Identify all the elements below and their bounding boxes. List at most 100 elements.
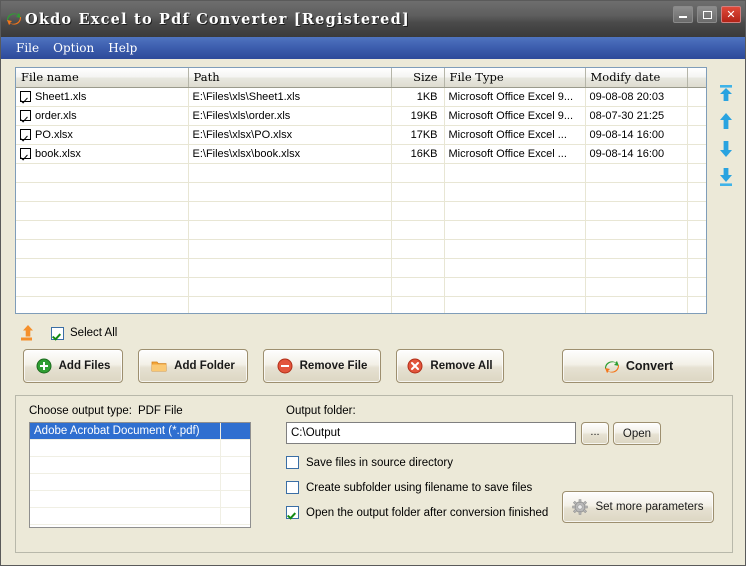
add-folder-button[interactable]: Add Folder xyxy=(138,349,248,383)
output-type-empty-row[interactable] xyxy=(30,457,250,474)
remove-file-label: Remove File xyxy=(300,360,368,372)
output-folder-label: Output folder: xyxy=(286,405,356,417)
create-subfolder-label: Create subfolder using filename to save … xyxy=(306,482,532,494)
open-folder-button[interactable]: Open xyxy=(613,422,661,445)
cell-filename: Sheet1.xls xyxy=(16,87,188,106)
empty-row[interactable] xyxy=(16,296,706,314)
open-after-conversion-label: Open the output folder after conversion … xyxy=(306,507,548,519)
open-label: Open xyxy=(623,428,651,440)
column-header-size[interactable]: Size xyxy=(391,68,444,87)
empty-row[interactable] xyxy=(16,163,706,182)
empty-row[interactable] xyxy=(16,239,706,258)
move-to-bottom-button[interactable] xyxy=(715,167,737,187)
cell-modifydate: 09-08-08 20:03 xyxy=(585,87,687,106)
save-in-source-checkbox[interactable] xyxy=(286,456,299,469)
convert-arrows-icon xyxy=(603,358,619,374)
cell-filetype: Microsoft Office Excel 9... xyxy=(444,106,585,125)
red-minus-icon xyxy=(277,358,293,374)
row-checkbox[interactable] xyxy=(20,148,31,159)
empty-row[interactable] xyxy=(16,258,706,277)
move-to-top-button[interactable] xyxy=(715,83,737,103)
cell-path: E:\Files\xls\order.xls xyxy=(188,106,391,125)
app-icon xyxy=(5,10,23,28)
cell-path: E:\Files\xlsx\book.xlsx xyxy=(188,144,391,163)
cell-size: 19KB xyxy=(391,106,444,125)
empty-row[interactable] xyxy=(16,182,706,201)
table-row[interactable]: Sheet1.xls E:\Files\xls\Sheet1.xls 1KB M… xyxy=(16,87,706,106)
table-row[interactable]: PO.xlsx E:\Files\xlsx\PO.xlsx 17KB Micro… xyxy=(16,125,706,144)
remove-all-label: Remove All xyxy=(430,360,492,372)
output-type-option-pdf[interactable]: Adobe Acrobat Document (*.pdf) xyxy=(30,423,250,440)
minimize-button[interactable] xyxy=(673,6,693,23)
cell-spacer xyxy=(687,144,706,163)
cell-modifydate: 09-08-14 16:00 xyxy=(585,125,687,144)
move-up-button[interactable] xyxy=(715,111,737,131)
output-type-value: PDF File xyxy=(138,405,183,417)
remove-all-button[interactable]: Remove All xyxy=(396,349,504,383)
window-bottom-edge xyxy=(1,561,746,565)
maximize-button[interactable] xyxy=(697,6,717,23)
create-subfolder-checkbox[interactable] xyxy=(286,481,299,494)
output-type-list[interactable]: Adobe Acrobat Document (*.pdf) xyxy=(29,422,251,528)
cell-filetype: Microsoft Office Excel 9... xyxy=(444,87,585,106)
orange-upload-arrow-icon xyxy=(19,324,39,342)
cell-spacer xyxy=(687,87,706,106)
cell-path: E:\Files\xlsx\PO.xlsx xyxy=(188,125,391,144)
list-column-separator xyxy=(220,423,221,439)
checkbox-save-in-source[interactable]: Save files in source directory xyxy=(286,456,453,469)
output-type-empty-row[interactable] xyxy=(30,474,250,491)
column-header-spacer[interactable] xyxy=(687,68,706,87)
menu-option[interactable]: Option xyxy=(46,40,101,56)
cell-size: 16KB xyxy=(391,144,444,163)
minimize-icon xyxy=(679,16,687,18)
select-all-checkbox[interactable] xyxy=(51,327,64,340)
file-list[interactable]: File name Path Size File Type Modify dat… xyxy=(15,67,707,314)
output-folder-input[interactable] xyxy=(286,422,576,444)
add-files-button[interactable]: Add Files xyxy=(23,349,123,383)
set-more-parameters-button[interactable]: Set more parameters xyxy=(562,491,714,523)
row-checkbox[interactable] xyxy=(20,91,31,102)
column-header-filetype[interactable]: File Type xyxy=(444,68,585,87)
filename-text: Sheet1.xls xyxy=(35,91,86,103)
select-all-row: Select All xyxy=(19,324,117,342)
browse-label: ... xyxy=(590,426,599,438)
cell-size: 17KB xyxy=(391,125,444,144)
browse-folder-button[interactable]: ... xyxy=(581,422,609,445)
cell-spacer xyxy=(687,125,706,144)
menu-help[interactable]: Help xyxy=(101,40,144,56)
menu-file[interactable]: File xyxy=(9,40,46,56)
row-checkbox[interactable] xyxy=(20,110,31,121)
cell-filetype: Microsoft Office Excel ... xyxy=(444,125,585,144)
close-button[interactable]: ✕ xyxy=(721,6,741,23)
output-type-empty-row[interactable] xyxy=(30,491,250,508)
set-more-parameters-label: Set more parameters xyxy=(595,501,703,513)
remove-file-button[interactable]: Remove File xyxy=(263,349,381,383)
open-after-conversion-checkbox[interactable] xyxy=(286,506,299,519)
cell-size: 1KB xyxy=(391,87,444,106)
move-down-button[interactable] xyxy=(715,139,737,159)
checkbox-create-subfolder[interactable]: Create subfolder using filename to save … xyxy=(286,481,532,494)
filename-text: book.xlsx xyxy=(35,148,81,160)
table-body: Sheet1.xls E:\Files\xls\Sheet1.xls 1KB M… xyxy=(16,87,706,314)
empty-row[interactable] xyxy=(16,201,706,220)
column-header-filename[interactable]: File name xyxy=(16,68,188,87)
convert-label: Convert xyxy=(626,359,673,373)
title-bar: Okdo Excel to Pdf Converter [Registered]… xyxy=(1,1,746,37)
menu-bar: File Option Help xyxy=(1,37,746,59)
checkbox-open-after-conversion[interactable]: Open the output folder after conversion … xyxy=(286,506,548,519)
convert-button[interactable]: Convert xyxy=(562,349,714,383)
cell-filename: order.xls xyxy=(16,106,188,125)
row-checkbox[interactable] xyxy=(20,129,31,140)
table-row[interactable]: order.xls E:\Files\xls\order.xls 19KB Mi… xyxy=(16,106,706,125)
empty-row[interactable] xyxy=(16,277,706,296)
column-header-modifydate[interactable]: Modify date xyxy=(585,68,687,87)
output-type-label: Choose output type: xyxy=(29,405,132,417)
empty-row[interactable] xyxy=(16,220,706,239)
output-type-empty-row[interactable] xyxy=(30,508,250,525)
output-type-empty-row[interactable] xyxy=(30,440,250,457)
window-controls: ✕ xyxy=(673,6,741,23)
column-header-path[interactable]: Path xyxy=(188,68,391,87)
table-row[interactable]: book.xlsx E:\Files\xlsx\book.xlsx 16KB M… xyxy=(16,144,706,163)
cell-filename: book.xlsx xyxy=(16,144,188,163)
gear-icon xyxy=(572,499,588,515)
